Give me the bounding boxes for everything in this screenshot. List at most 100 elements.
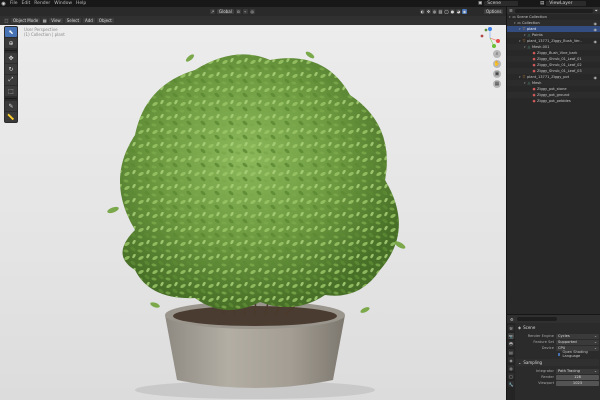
material-shading-icon[interactable]: ◕ (456, 9, 461, 14)
view-layer-icon: ▤ (540, 1, 545, 6)
visibility-icon[interactable]: ◐ (420, 9, 425, 14)
transform-orientation-dropdown[interactable]: Global (217, 9, 234, 14)
tool-tab-icon[interactable]: ⚒ (508, 325, 514, 331)
solid-shading-icon[interactable]: ● (450, 9, 455, 14)
x-axis-handle[interactable] (496, 39, 500, 43)
outliner-row-label: Ziggy_Shrub_01_Leaf_01 (537, 57, 582, 61)
osl-checkbox[interactable] (558, 352, 561, 356)
editor-type-icon[interactable]: ⬚ (4, 18, 9, 23)
top-menu-window[interactable]: Window (54, 1, 72, 6)
top-menu-edit[interactable]: Edit (22, 1, 31, 6)
sampling-section-header[interactable]: ⌄ Sampling (516, 359, 599, 366)
select-box-tool-icon[interactable]: ⬉ (5, 27, 17, 37)
options-dropdown[interactable]: Options (484, 9, 504, 14)
rendered-shading-icon[interactable]: ◉ (462, 9, 467, 14)
top-menu-help[interactable]: Help (76, 1, 86, 6)
scene-selector[interactable]: ▣ Scene (478, 1, 519, 6)
viewport-samples-row: Viewport 1023 (516, 380, 599, 386)
object-tab-icon[interactable]: ▢ (508, 373, 514, 379)
menu-view[interactable]: View (49, 18, 63, 23)
cursor-tool-icon[interactable]: ⊕ (5, 38, 17, 48)
view-layer-selector[interactable]: ▤ ViewLayer (540, 1, 587, 6)
select-mode-icon[interactable]: ▦ (42, 18, 48, 23)
outliner-tree: ▾ ▭ Scene Collection ▾ ▭ Collection ◉ ▾ ▽ plant ◉ ▾… (507, 14, 600, 104)
neg-y-axis-handle[interactable] (484, 28, 488, 32)
view-layer-tab-icon[interactable]: ▤ (508, 349, 514, 355)
tool-shelf: ⬉ ⊕ ✥ ↻ ⤢ ⬚ ✎ 📏 (4, 26, 18, 123)
menu-add[interactable]: Add (83, 18, 95, 23)
view-layer-name[interactable]: ViewLayer (546, 1, 587, 6)
navigation-buttons: ⌕ ✋ ▣ ▦ (493, 50, 501, 88)
transform-controls: ↗ Global ⊙ ⌁ ◎ (210, 9, 255, 14)
navigation-gizmo[interactable] (478, 26, 502, 50)
move-tool-icon[interactable]: ✥ (5, 53, 17, 63)
perspective-toggle-icon[interactable]: ▦ (493, 80, 501, 88)
modifier-tab-icon[interactable]: 🔧 (508, 381, 514, 387)
sampling-label: Sampling (523, 360, 543, 365)
chevron-down-icon: ⌄ (593, 368, 597, 373)
eye-visibility-icon[interactable]: ◉ (594, 21, 598, 26)
object-icon: ▽ (522, 75, 526, 79)
properties-panel: ⚙ ⚒ 📷 🖶 ▤ ◈ ◍ ▢ 🔧 ◈ Scene Render Engine … (506, 314, 600, 400)
mesh-icon: △ (527, 45, 531, 49)
pan-hand-icon[interactable]: ✋ (493, 60, 501, 68)
outliner-row-label: Ziggy_pot_ground (537, 93, 570, 97)
active-object-info: (1) Collection | plant (24, 32, 65, 37)
outliner-row[interactable]: ● Ziggy_pot_pebbles (507, 98, 600, 104)
z-axis-handle[interactable] (488, 27, 492, 31)
top-menu-render[interactable]: Render (34, 1, 50, 6)
neg-x-axis-handle[interactable] (480, 34, 484, 38)
snap-icon[interactable]: ⌁ (242, 9, 248, 14)
scale-tool-icon[interactable]: ⤢ (5, 75, 17, 85)
feature-set-dropdown[interactable]: Supported ⌄ (556, 339, 599, 345)
eye-visibility-icon[interactable]: ◉ (594, 27, 598, 32)
proportional-edit-icon[interactable]: ◎ (249, 9, 255, 14)
render-tab-icon[interactable]: 📷 (508, 333, 514, 339)
transform-orientation-icon[interactable]: ↗ (210, 9, 215, 14)
outliner-editor-icon[interactable]: ☰ (509, 8, 513, 13)
zoom-icon[interactable]: ⌕ (493, 50, 501, 58)
menu-select[interactable]: Select (64, 18, 82, 23)
viewport-samples-field[interactable]: 1023 (556, 380, 599, 386)
outliner-search-input[interactable] (514, 8, 593, 13)
output-tab-icon[interactable]: 🖶 (508, 341, 514, 347)
blender-logo-icon[interactable]: ◉ (0, 0, 7, 7)
material-icon: ● (532, 99, 536, 103)
scene-tab-icon[interactable]: ◈ (508, 357, 514, 363)
menu-object[interactable]: Object (96, 18, 114, 23)
pivot-icon[interactable]: ⊙ (235, 9, 241, 14)
properties-editor-icon[interactable]: ⚙ (510, 317, 514, 322)
3d-viewport[interactable]: User Perspective (1) Collection | plant … (0, 25, 506, 400)
overlays-icon[interactable]: ◍ (432, 9, 437, 14)
render-samples-field[interactable]: 128 (556, 374, 599, 380)
viewport-samples-label: Viewport (538, 381, 554, 385)
mode-dropdown[interactable]: Object Mode (11, 18, 41, 23)
outliner-row-label: plant_13771_Ziggy_pot (527, 75, 570, 79)
gizmo-toggle-icon[interactable]: ✥ (426, 9, 431, 14)
top-menu-file[interactable]: File (10, 1, 18, 6)
mesh-icon: △ (527, 81, 531, 85)
outliner-row-label: plant (527, 27, 537, 31)
properties-search-input[interactable] (516, 317, 557, 321)
integrator-dropdown[interactable]: Path Tracing ⌄ (556, 368, 599, 374)
camera-view-icon[interactable]: ▣ (493, 70, 501, 78)
outliner-row-label: Points (532, 33, 543, 37)
osl-checkbox-row[interactable]: Open Shading Language (516, 350, 599, 358)
measure-tool-icon[interactable]: 📏 (5, 112, 17, 122)
rotate-tool-icon[interactable]: ↻ (5, 64, 17, 74)
eye-visibility-icon[interactable]: ◉ (594, 75, 598, 80)
filter-icon[interactable]: ⏷ (595, 8, 598, 13)
eye-visibility-icon[interactable]: ◉ (594, 39, 598, 44)
xray-icon[interactable]: ▧ (438, 9, 443, 14)
wireframe-shading-icon[interactable]: ◯ (444, 9, 449, 14)
material-icon: ● (532, 69, 536, 73)
outliner-row-label: Ziggy_pot_pebbles (537, 99, 571, 103)
annotate-tool-icon[interactable]: ✎ (5, 101, 17, 111)
shading-controls: ◐ ✥ ◍ ▧ ◯ ● ◕ ◉ (420, 9, 467, 14)
y-axis-handle[interactable] (492, 44, 496, 48)
scene-name[interactable]: Scene (484, 1, 519, 6)
world-tab-icon[interactable]: ◍ (508, 365, 514, 371)
transform-tool-icon[interactable]: ⬚ (5, 86, 17, 96)
render-engine-dropdown[interactable]: Cycles ⌄ (556, 333, 599, 339)
collection-icon: ▭ (512, 15, 516, 19)
